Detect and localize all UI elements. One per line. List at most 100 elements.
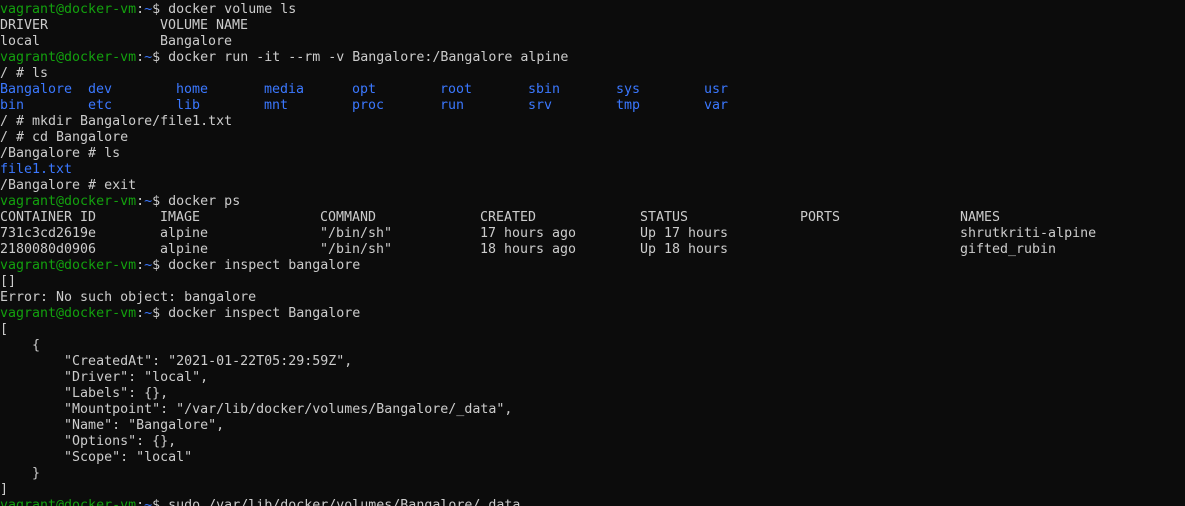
output-text: [] <box>0 274 17 289</box>
directory-entry: srv <box>528 98 553 113</box>
directory-entry: run <box>440 98 465 113</box>
output-line: [ <box>0 322 1185 338</box>
output-cell: "/bin/sh" <box>320 242 393 257</box>
prompt-line: vagrant@docker-vm:~$ docker volume ls <box>0 2 1185 18</box>
directory-entry: tmp <box>616 98 641 113</box>
output-cell: Up 17 hours <box>640 226 729 241</box>
output-cell: IMAGE <box>160 210 201 225</box>
output-text: } <box>0 466 41 481</box>
directory-entry: Bangalore <box>0 82 73 97</box>
prompt-user: vagrant@docker-vm <box>0 2 137 17</box>
output-text: { <box>0 338 41 353</box>
output-cell: CREATED <box>480 210 537 225</box>
output-row: 2180080d0906 alpine "/bin/sh" 18 hours ago U… <box>0 242 1185 258</box>
output-line: "Labels": {}, <box>0 386 1185 402</box>
terminal-window[interactable]: vagrant@docker-vm:~$ docker volume ls DRI… <box>0 0 1185 506</box>
prompt-line: vagrant@docker-vm:~$ docker inspect Bang… <box>0 306 1185 322</box>
output-cell: "/bin/sh" <box>320 226 393 241</box>
prompt-path: ~ <box>144 50 153 65</box>
output-line: "Scope": "local" <box>0 450 1185 466</box>
prompt-user: vagrant@docker-vm <box>0 498 137 506</box>
output-cell: 18 hours ago <box>480 242 577 257</box>
prompt-symbol: $ <box>152 2 161 17</box>
prompt-line: vagrant@docker-vm:~$ docker inspect bang… <box>0 258 1185 274</box>
prompt-colon: : <box>136 498 145 506</box>
prompt-path: ~ <box>144 194 153 209</box>
directory-entry: home <box>176 82 209 97</box>
output-text: "CreatedAt": "2021-01-22T05:29:59Z", <box>0 354 353 369</box>
directory-entry: usr <box>704 82 729 97</box>
prompt-user: vagrant@docker-vm <box>0 50 137 65</box>
output-row: local Bangalore <box>0 34 1185 50</box>
output-row: CONTAINER ID IMAGE COMMAND CREATED STATUS POR… <box>0 210 1185 226</box>
directory-entry: sbin <box>528 82 561 97</box>
output-line: "Driver": "local", <box>0 370 1185 386</box>
output-line: [] <box>0 274 1185 290</box>
output-text: "Labels": {}, <box>0 386 169 401</box>
output-cell: gifted_rubin <box>960 242 1057 257</box>
directory-entry: dev <box>88 82 113 97</box>
directory-entry: opt <box>352 82 377 97</box>
prompt-colon: : <box>136 194 145 209</box>
prompt-line: vagrant@docker-vm:~$ docker ps <box>0 194 1185 210</box>
output-cell: alpine <box>160 226 209 241</box>
command-text: docker inspect Bangalore <box>160 306 361 321</box>
output-line: "Options": {}, <box>0 434 1185 450</box>
prompt-colon: : <box>136 306 145 321</box>
directory-entry: etc <box>88 98 113 113</box>
directory-entry: bin <box>0 98 25 113</box>
command-text: sudo /var/lib/docker/volumes/Bangalore/_… <box>160 498 521 506</box>
directory-entry: lib <box>176 98 201 113</box>
output-cell: 2180080d0906 <box>0 242 97 257</box>
output-line: "CreatedAt": "2021-01-22T05:29:59Z", <box>0 354 1185 370</box>
output-cell: shrutkriti-alpine <box>960 226 1097 241</box>
command-text: docker volume ls <box>160 2 297 17</box>
output-cell: NAMES <box>960 210 1001 225</box>
output-line: /Bangalore # ls <box>0 146 1185 162</box>
output-text: /Bangalore # ls <box>0 146 121 161</box>
directory-listing-row: Bangalore dev home media opt root sbin sys usr <box>0 82 1185 98</box>
output-line: Error: No such object: bangalore <box>0 290 1185 306</box>
output-cell: STATUS <box>640 210 689 225</box>
output-text: "Options": {}, <box>0 434 177 449</box>
prompt-colon: : <box>136 2 145 17</box>
output-text: / # mkdir Bangalore/file1.txt <box>0 114 233 129</box>
output-text: "Mountpoint": "/var/lib/docker/volumes/B… <box>0 402 513 417</box>
file-listing-row: file1.txt <box>0 162 1185 178</box>
prompt-path: ~ <box>144 498 153 506</box>
output-line: ] <box>0 482 1185 498</box>
output-cell: CONTAINER ID <box>0 210 97 225</box>
prompt-symbol: $ <box>152 50 161 65</box>
prompt-line: vagrant@docker-vm:~$ sudo /var/lib/docke… <box>0 498 1185 506</box>
prompt-user: vagrant@docker-vm <box>0 194 137 209</box>
output-line: / # mkdir Bangalore/file1.txt <box>0 114 1185 130</box>
output-cell: VOLUME NAME <box>160 18 249 33</box>
directory-entry: media <box>264 82 305 97</box>
command-text: docker run -it --rm -v Bangalore:/Bangal… <box>160 50 569 65</box>
output-line: /Bangalore # exit <box>0 178 1185 194</box>
output-cell: COMMAND <box>320 210 377 225</box>
output-text: "Scope": "local" <box>0 450 193 465</box>
directory-entry: sys <box>616 82 641 97</box>
output-text: / # ls <box>0 66 49 81</box>
directory-entry: root <box>440 82 473 97</box>
directory-entry: mnt <box>264 98 289 113</box>
prompt-symbol: $ <box>152 258 161 273</box>
output-text: [ <box>0 322 9 337</box>
directory-entry: file1.txt <box>0 162 73 177</box>
output-cell: Bangalore <box>160 34 233 49</box>
output-cell: DRIVER <box>0 18 49 33</box>
directory-entry: proc <box>352 98 385 113</box>
output-text: /Bangalore # exit <box>0 178 137 193</box>
output-line: / # cd Bangalore <box>0 130 1185 146</box>
prompt-colon: : <box>136 50 145 65</box>
output-cell: 731c3cd2619e <box>0 226 97 241</box>
output-text: / # cd Bangalore <box>0 130 129 145</box>
output-row: 731c3cd2619e alpine "/bin/sh" 17 hours ago U… <box>0 226 1185 242</box>
directory-entry: var <box>704 98 729 113</box>
output-cell: PORTS <box>800 210 841 225</box>
output-text: "Driver": "local", <box>0 370 209 385</box>
directory-listing-row: bin etc lib mnt proc run srv tmp var <box>0 98 1185 114</box>
prompt-line: vagrant@docker-vm:~$ docker run -it --rm… <box>0 50 1185 66</box>
output-cell: local <box>0 34 41 49</box>
